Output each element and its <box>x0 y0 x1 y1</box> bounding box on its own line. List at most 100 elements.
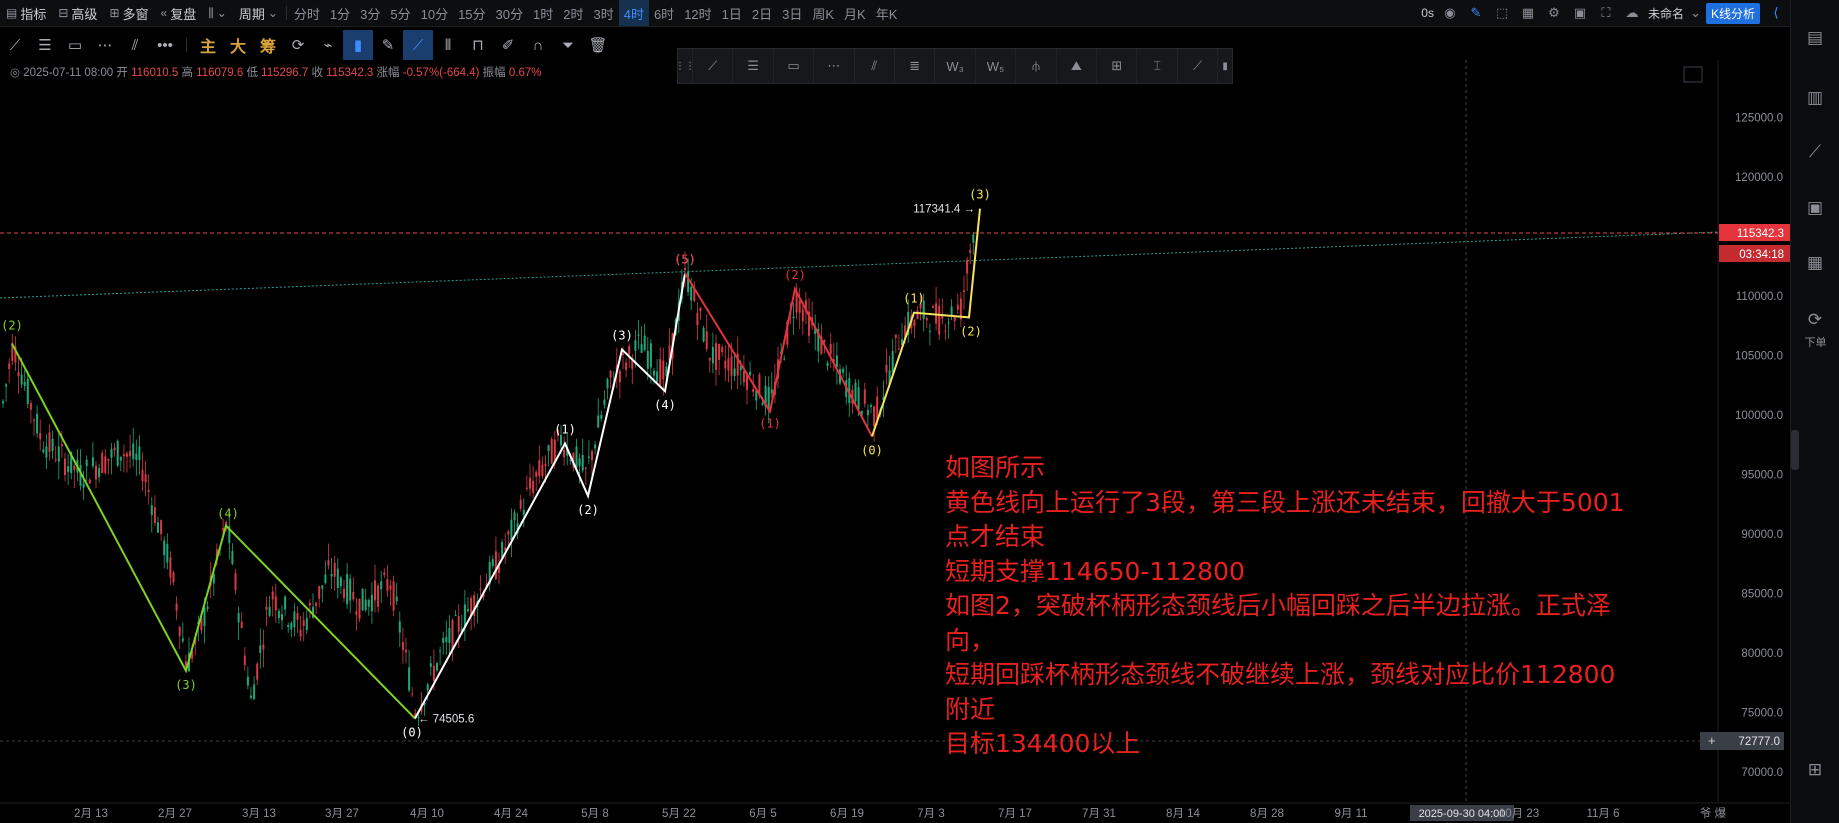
candle-body <box>550 438 553 464</box>
candle-body <box>916 310 919 319</box>
candle-body <box>783 358 786 360</box>
candle-body <box>870 405 872 407</box>
candle-body <box>928 331 931 333</box>
wave-line-yellow <box>871 208 981 437</box>
candle-body <box>897 348 900 350</box>
candle-body <box>640 344 643 353</box>
candle-body <box>39 432 42 440</box>
x-tick-label: 6月 19 <box>830 808 864 820</box>
x-tick-label: 8月 28 <box>1250 808 1284 820</box>
candle-body <box>801 309 804 322</box>
calculator-icon[interactable]: ▦ <box>1803 253 1827 273</box>
candle-body <box>250 695 252 698</box>
candle-body <box>835 355 838 368</box>
wave-label: (3) <box>175 678 197 692</box>
candle-body <box>826 362 829 366</box>
candle-body <box>544 463 547 467</box>
x-tick-label: 5月 8 <box>581 808 609 820</box>
candle-body <box>48 432 51 452</box>
y-tick-label: 80000.0 <box>1741 648 1783 660</box>
candle-body <box>501 542 504 558</box>
x-tick-label: 2月 27 <box>158 808 192 820</box>
candle-body <box>20 374 23 385</box>
candle-body <box>711 346 714 364</box>
candle-body <box>656 371 659 382</box>
candle-body <box>67 466 70 472</box>
candle-body <box>85 459 88 467</box>
candle-body <box>386 579 389 591</box>
candle-body <box>529 477 531 489</box>
layout-icon[interactable]: ⊞ <box>1803 760 1827 780</box>
candle-body <box>944 330 947 332</box>
candle-body <box>966 259 969 274</box>
candle-body <box>243 655 246 666</box>
candle-body <box>321 585 324 589</box>
candle-body <box>296 612 299 620</box>
candle-body <box>581 454 584 471</box>
candle-body <box>107 458 110 461</box>
candle-body <box>259 645 262 653</box>
candle-body <box>60 444 63 447</box>
candle-body <box>315 602 318 606</box>
candle-body <box>253 684 256 700</box>
annotation-line: 目标134400以上 <box>945 729 1141 758</box>
candle-body <box>718 343 721 360</box>
annotation-line: 点才结束 <box>945 522 1046 551</box>
candle-body <box>141 469 144 482</box>
candle-body <box>932 306 934 308</box>
candles <box>2 231 975 727</box>
candle-body <box>467 609 469 612</box>
candle-body <box>57 446 60 462</box>
collapse-handle[interactable] <box>1791 430 1799 470</box>
candle-body <box>389 585 392 590</box>
candle-body <box>578 458 581 467</box>
candle-body <box>866 409 869 416</box>
candle-body <box>101 452 104 474</box>
document-icon[interactable]: ▤ <box>1803 28 1827 48</box>
candle-body <box>327 560 330 566</box>
candle-body <box>284 596 287 610</box>
x-tick-label: 7月 31 <box>1082 808 1116 820</box>
candle-body <box>377 585 380 607</box>
candle-body <box>237 612 240 623</box>
order-icon[interactable]: ⟳ <box>1803 310 1827 330</box>
y-tick-label: 85000.0 <box>1741 589 1783 601</box>
candle-body <box>609 370 612 378</box>
candle-body <box>538 460 541 477</box>
monitor-icon[interactable]: ▣ <box>1803 198 1827 218</box>
candle-body <box>426 684 429 690</box>
candle-body <box>281 614 283 621</box>
candle-body <box>119 456 122 461</box>
candle-body <box>265 606 268 610</box>
candle-body <box>138 446 141 461</box>
candle-body <box>126 453 128 457</box>
candle-body <box>699 307 702 312</box>
candle-body <box>302 620 305 626</box>
candle-body <box>925 317 928 321</box>
candle-body <box>129 451 132 457</box>
candle-body <box>637 334 640 336</box>
trend-icon[interactable]: ⟋ <box>1803 142 1827 162</box>
candle-body <box>597 415 600 428</box>
x-tick-label: 6月 5 <box>749 808 777 820</box>
candle-body <box>445 636 448 643</box>
candle-body <box>33 419 35 421</box>
candle-body <box>569 459 572 461</box>
candle-body <box>234 573 237 591</box>
watchlist-icon[interactable]: ▥ <box>1803 88 1827 108</box>
candle-body <box>894 334 897 339</box>
wave-label: (2) <box>1 319 23 333</box>
candle-body <box>653 370 655 376</box>
candle-body <box>293 611 296 628</box>
candle-body <box>442 637 445 643</box>
candle-body <box>733 368 736 377</box>
candle-body <box>938 305 941 335</box>
candle-body <box>51 438 54 452</box>
candle-body <box>724 360 727 369</box>
y-tick-label: 120000.0 <box>1735 172 1783 184</box>
candle-body <box>963 290 965 293</box>
candle-body <box>383 572 386 575</box>
candle-body <box>547 445 550 452</box>
candle-body <box>575 446 578 468</box>
candle-body <box>519 499 522 509</box>
